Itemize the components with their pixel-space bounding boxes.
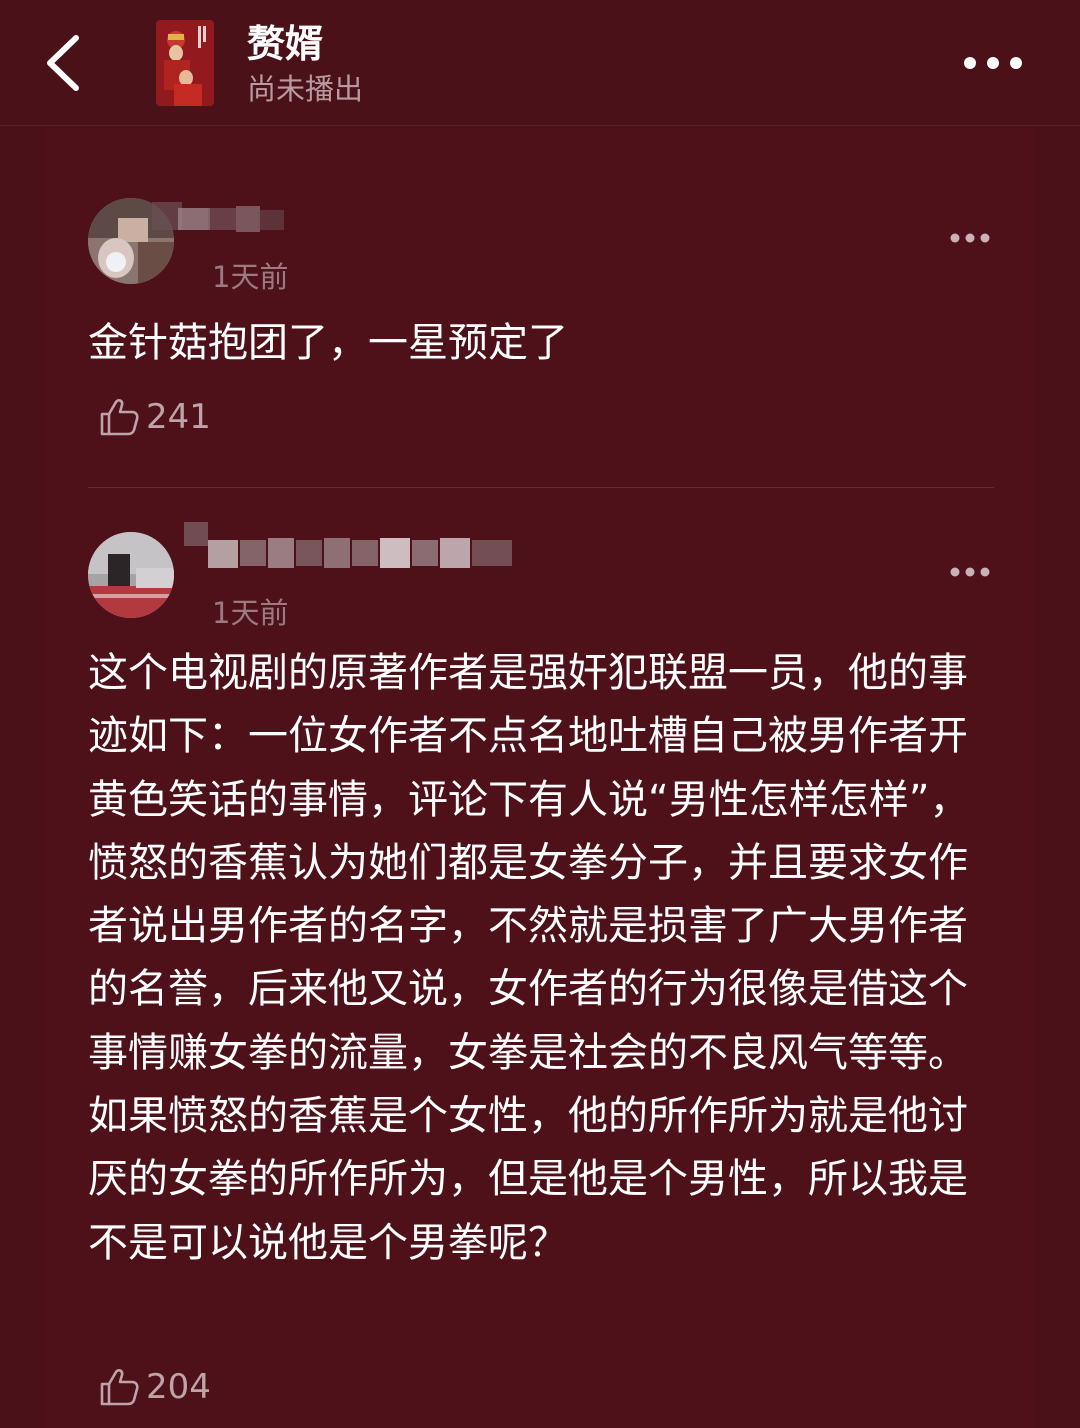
more-horizontal-icon (950, 567, 990, 577)
blurred-username (184, 522, 512, 568)
more-options-button[interactable] (958, 48, 1028, 78)
back-button[interactable] (40, 32, 88, 94)
thumbs-up-icon (100, 399, 139, 436)
comment-time: 1天前 (212, 596, 289, 630)
username-blurred[interactable] (184, 518, 520, 578)
comment-item: 1天前 金针菇抱团了，一星预定了 241 (44, 126, 1036, 488)
avatar-image (88, 532, 174, 618)
comment-more-button[interactable] (948, 228, 992, 248)
show-title: 赘婿 (247, 22, 324, 66)
like-button[interactable]: 241 (98, 392, 211, 442)
like-count: 241 (146, 397, 211, 437)
chevron-left-icon (47, 35, 79, 91)
poster-image (156, 20, 214, 106)
more-horizontal-icon (950, 233, 990, 243)
more-horizontal-icon (964, 57, 1022, 69)
comment-more-button[interactable] (948, 562, 992, 582)
show-status: 尚未播出 (247, 72, 364, 106)
blurred-username (152, 202, 284, 232)
comment-text: 这个电视剧的原著作者是强奸犯联盟一员，他的事迹如下：一位女作者不点名地吐槽自己被… (88, 650, 970, 1266)
show-poster[interactable] (156, 20, 214, 106)
avatar[interactable] (88, 532, 174, 618)
thumbs-up-icon (100, 1369, 139, 1406)
comment-item: 1天前 这个电视剧的原著作者是强奸犯联盟一员，他的事迹如下：一位女作者不点名地吐… (44, 488, 1036, 1428)
top-bar: 赘婿 尚未播出 (0, 0, 1080, 126)
comment-list: 1天前 金针菇抱团了，一星预定了 241 1天前 这个电视剧的原著作者是强奸犯联… (44, 126, 1036, 1428)
comment-text: 金针菇抱团了，一星预定了 (88, 320, 568, 366)
username-blurred[interactable] (152, 182, 292, 242)
like-count: 204 (146, 1367, 211, 1407)
like-button[interactable]: 204 (98, 1362, 211, 1412)
comment-time: 1天前 (212, 260, 289, 294)
